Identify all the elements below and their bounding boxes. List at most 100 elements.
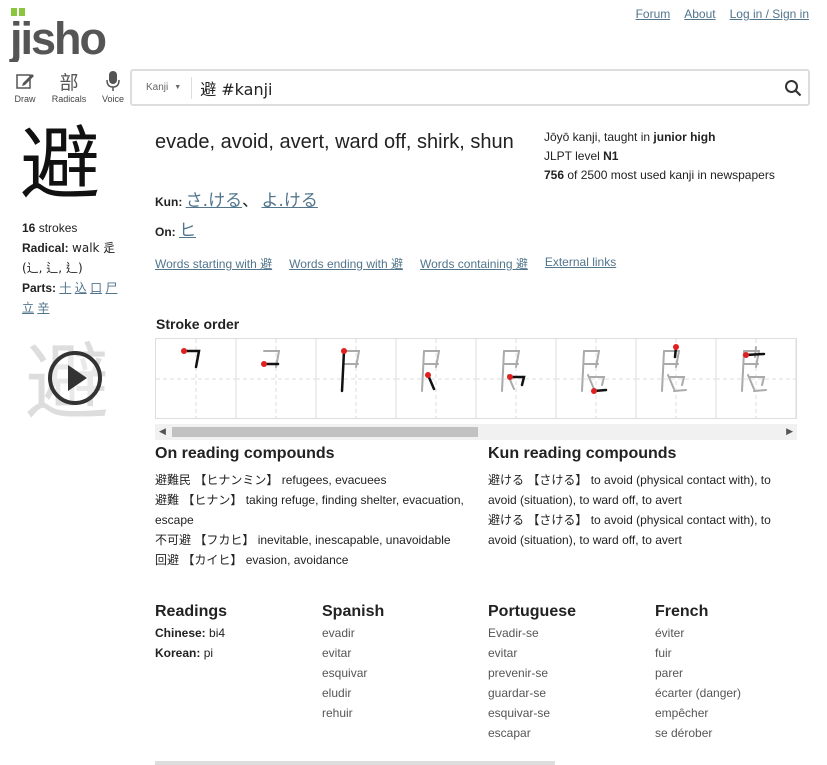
spanish-translation: evitar [322,646,352,660]
site-logo[interactable]: jisho [6,2,116,67]
french-translation: se dérober [655,726,713,740]
on-reading-link[interactable]: ヒ [179,221,196,241]
stroke-start-dot [743,352,749,358]
words-ending-link[interactable]: Words ending with 避 [289,255,403,272]
spanish-section: Spanish evadir evitar esquivar eludir rehuir [322,603,482,723]
stroke-frame [156,339,237,418]
spanish-translation: evadir [322,626,355,640]
top-nav: Forum About Log in / Sign in [636,7,809,21]
radical-icon: 部 [59,71,79,94]
radical-info: Radical: walk 辵 [22,241,116,255]
play-icon[interactable] [48,351,102,405]
portuguese-translation: evitar [488,646,518,660]
compound-reading: 【フカヒ】 [194,533,255,547]
kanji-info: 16 strokes Radical: walk 辵 (⻌, ⻍, ⻎) Par… [22,218,127,318]
french-translation: fuir [655,646,672,660]
stroke-frame [716,339,796,418]
jlpt-info: JLPT level N1 [544,149,619,163]
words-containing-link[interactable]: Words containing 避 [420,255,528,272]
french-translation: écarter (danger) [655,686,742,700]
french-section: French éviter fuir parer écarter (danger) em… [655,603,815,743]
portuguese-title: Portuguese [488,603,577,620]
kun-compounds-section: Kun reading compounds 避ける 【さける】 to avoid… [488,444,798,550]
stroke-start-dot [673,344,679,350]
stroke-frame [316,339,397,418]
compound-word: 不可避 [155,533,192,547]
portuguese-translation: esquivar-se [488,706,551,720]
microphone-icon [106,70,120,92]
stroke-order-diagram [155,338,797,419]
readings-title: Readings [155,603,228,620]
nav-forum[interactable]: Forum [636,7,671,21]
voice-label: Voice [101,94,125,104]
french-translation: empêcher [655,706,709,720]
stroke-frame [556,339,637,418]
stroke-frame [636,339,717,418]
stroke-start-dot [261,361,267,367]
voice-tool-button[interactable]: Voice [96,70,130,104]
kun-reading-link[interactable]: よ.ける [261,191,317,211]
part-link[interactable]: 尸 [105,281,117,295]
search-icon [785,79,802,96]
radicals-label: Radicals [51,94,87,104]
scrollbar-thumb[interactable] [172,427,478,437]
compound-entry: 不可避 【フカヒ】 inevitable, inescapable, unavo… [155,530,475,550]
portuguese-section: Portuguese Evadir-se evitar prevenir-se gua… [488,603,648,743]
words-starting-link[interactable]: Words starting with 避 [155,255,272,272]
draw-tool-button[interactable]: Draw [8,70,42,104]
readings-section: Readings Chinese: bi4 Korean: pi [155,603,315,663]
word-links: Words starting with 避 Words ending with … [155,255,616,272]
nav-login[interactable]: Log in / Sign in [730,7,809,21]
parts-info: Parts: 十 込 口 尸 立 辛 [22,281,118,315]
stroke-frame [396,339,477,418]
kanji-stats: Jōyō kanji, taught in junior high JLPT l… [544,128,814,185]
portuguese-translation: Evadir-se [488,626,539,640]
radicals-tool-button[interactable]: 部 Radicals [51,70,87,105]
compound-entry: 避難 【ヒナン】 taking refuge, finding shelter,… [155,490,475,530]
spanish-translation: eludir [322,686,352,700]
stroke-animation[interactable]: 避 [20,332,115,432]
compound-reading: 【カイヒ】 [182,553,243,567]
compound-entry: 避難民 【ヒナンミン】 refugees, evacuees [155,470,475,490]
on-label: On: [155,225,176,239]
stroke-order-scrollbar[interactable]: ◀ ▶ [155,424,797,440]
search-type-label: Kanji [146,82,169,93]
logo-text: jisho [9,13,106,62]
compound-entry: 避ける 【さける】 to avoid (physical contact wit… [488,470,798,510]
external-links-link[interactable]: External links [545,255,616,272]
compound-word: 避ける [488,473,525,487]
stroke-start-dot [591,388,597,394]
search-input[interactable] [192,71,778,104]
scroll-right-icon[interactable]: ▶ [786,426,793,437]
part-link[interactable]: 立 [22,301,34,315]
input-tools: Draw 部 Radicals Voice [8,70,130,104]
on-compounds-section: On reading compounds 避難民 【ヒナンミン】 refugee… [155,444,475,570]
search-type-select[interactable]: Kanji ▼ [132,76,193,99]
spanish-translation: rehuir [322,706,353,720]
part-link[interactable]: 辛 [37,301,49,315]
portuguese-translation: escapar [488,726,531,740]
portuguese-translation: prevenir-se [488,666,549,680]
on-readings: On: ヒ [155,216,196,241]
part-link[interactable]: 口 [90,281,102,295]
frequency-info: 756 of 2500 most used kanji in newspaper… [544,168,775,182]
scroll-left-icon[interactable]: ◀ [159,426,166,437]
kun-compounds-title: Kun reading compounds [488,445,677,462]
french-translation: éviter [655,626,685,640]
part-link[interactable]: 込 [75,281,87,295]
search-button[interactable] [778,79,808,97]
stroke-start-dot [181,348,187,354]
compound-meaning: evasion, avoidance [245,553,349,567]
stroke-order-title: Stroke order [156,316,240,332]
compound-reading: 【ヒナン】 [182,493,243,507]
spanish-title: Spanish [322,603,385,620]
jisho-logo: jisho [9,8,108,64]
nav-about[interactable]: About [684,7,715,21]
pencil-icon [15,70,35,92]
part-link[interactable]: 十 [59,281,71,295]
compound-meaning: inevitable, inescapable, unavoidable [257,533,451,547]
stroke-frame [236,339,317,418]
joyo-info: Jōyō kanji, taught in junior high [544,130,716,144]
compound-word: 避難 [155,493,180,507]
kun-reading-link[interactable]: さ.ける [186,191,242,211]
